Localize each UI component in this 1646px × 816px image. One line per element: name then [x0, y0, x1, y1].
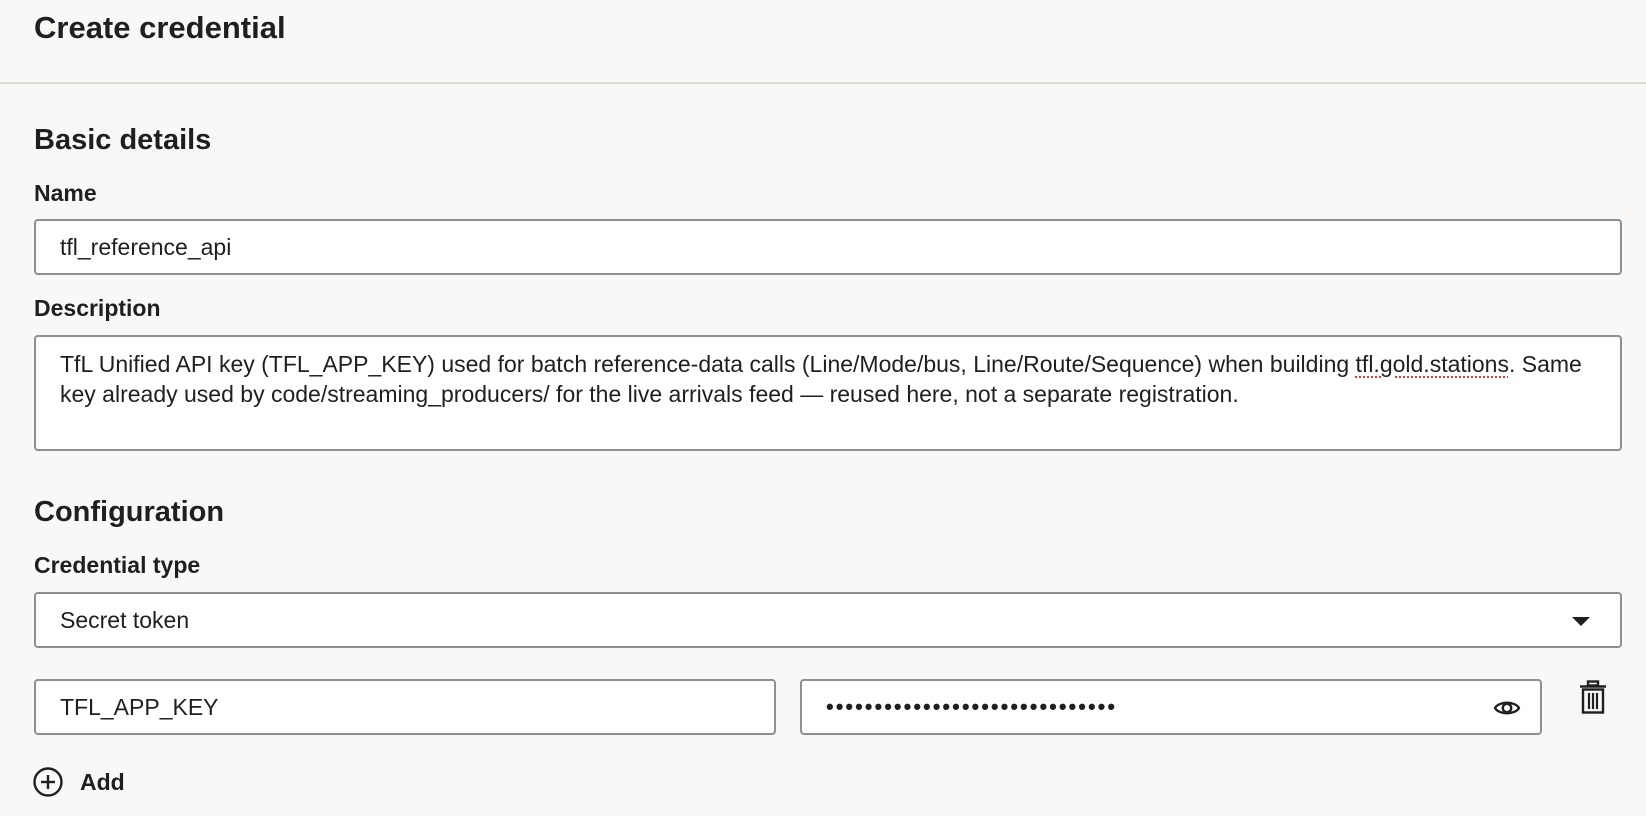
credential-type-label: Credential type: [34, 552, 201, 578]
create-credential-page: Create credential Basic details Name tfl…: [0, 0, 1646, 816]
chevron-down-icon: [1572, 617, 1590, 626]
eye-icon[interactable]: [1492, 693, 1522, 723]
page-title: Create credential: [34, 10, 286, 45]
description-misspelled-word: tfl.gold.stations: [1355, 351, 1509, 377]
name-input[interactable]: tfl_reference_api: [34, 219, 1622, 275]
credential-type-select[interactable]: Secret token: [34, 592, 1622, 648]
name-label: Name: [34, 180, 97, 206]
page-header: Create credential: [0, 0, 1646, 84]
basic-details-heading: Basic details: [34, 124, 212, 156]
trash-icon[interactable]: [1577, 680, 1609, 714]
add-button-label: Add: [80, 768, 125, 795]
description-textarea[interactable]: TfL Unified API key (TFL_APP_KEY) used f…: [34, 335, 1622, 451]
description-label: Description: [34, 295, 161, 321]
secret-value-input[interactable]: ••••••••••••••••••••••••••••••: [800, 679, 1542, 735]
configuration-heading: Configuration: [34, 496, 225, 528]
add-button[interactable]: Add: [32, 762, 125, 802]
description-text-start: TfL Unified API key (TFL_APP_KEY) used f…: [60, 351, 1356, 377]
secret-key-input[interactable]: TFL_APP_KEY: [34, 679, 776, 735]
name-input-value: tfl_reference_api: [60, 233, 232, 260]
secret-value-masked: ••••••••••••••••••••••••••••••: [826, 694, 1118, 719]
credential-type-value: Secret token: [60, 606, 190, 633]
plus-circle-icon: [33, 767, 63, 797]
secret-key-value: TFL_APP_KEY: [60, 693, 219, 720]
